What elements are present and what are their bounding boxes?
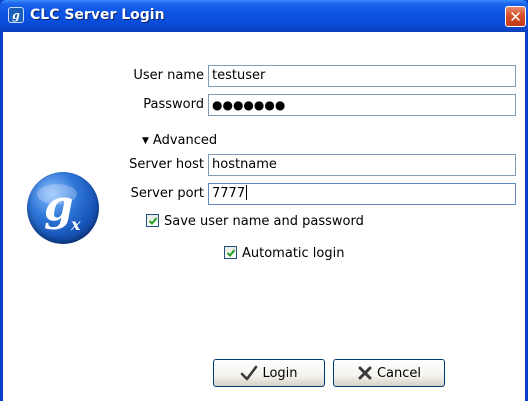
username-label: User name bbox=[133, 68, 204, 83]
app-icon: g bbox=[8, 7, 24, 23]
login-button-label: Login bbox=[262, 365, 298, 381]
dialog-body: g x User name testuser Password ●●●●●●● … bbox=[3, 32, 525, 401]
server-host-label: Server host bbox=[129, 157, 204, 172]
username-value: testuser bbox=[212, 68, 266, 83]
password-masked-value: ●●●●●●● bbox=[212, 98, 286, 112]
save-credentials-checkbox[interactable] bbox=[146, 214, 159, 227]
username-field[interactable]: testuser bbox=[208, 65, 516, 87]
server-host-field[interactable]: hostname bbox=[208, 154, 516, 176]
server-port-value: 7777 bbox=[212, 186, 246, 201]
window-title: CLC Server Login bbox=[30, 7, 165, 23]
cancel-button-label: Cancel bbox=[376, 365, 422, 381]
save-credentials-checkbox-row[interactable]: Save user name and password bbox=[146, 212, 364, 232]
advanced-toggle[interactable]: ▼ Advanced bbox=[142, 131, 217, 151]
server-port-label: Server port bbox=[130, 186, 204, 201]
login-dialog-window: g CLC Server Login ✕ g x User name testu… bbox=[0, 0, 528, 401]
svg-text:x: x bbox=[70, 215, 81, 234]
triangle-down-icon: ▼ bbox=[142, 136, 149, 146]
automatic-login-label: Automatic login bbox=[242, 246, 345, 261]
close-icon: ✕ bbox=[509, 7, 522, 26]
text-cursor bbox=[246, 185, 248, 200]
server-host-value: hostname bbox=[212, 157, 277, 172]
checkmark-icon bbox=[240, 365, 258, 381]
gx-logo-icon: g x bbox=[37, 181, 81, 234]
server-port-field[interactable]: 7777 bbox=[208, 183, 516, 205]
login-button[interactable]: Login bbox=[213, 359, 325, 387]
checkmark-icon bbox=[148, 217, 158, 225]
x-icon bbox=[357, 365, 373, 381]
checkmark-icon bbox=[226, 249, 236, 257]
save-credentials-label: Save user name and password bbox=[164, 214, 364, 229]
password-label: Password bbox=[143, 97, 204, 112]
clc-logo: g x bbox=[27, 172, 99, 244]
title-bar[interactable]: g CLC Server Login ✕ bbox=[0, 0, 528, 32]
svg-text:g: g bbox=[44, 181, 73, 230]
password-field[interactable]: ●●●●●●● bbox=[208, 94, 516, 116]
close-button[interactable]: ✕ bbox=[505, 6, 526, 27]
cancel-button[interactable]: Cancel bbox=[333, 359, 445, 387]
automatic-login-checkbox[interactable] bbox=[224, 246, 237, 259]
advanced-label: Advanced bbox=[152, 133, 218, 148]
automatic-login-checkbox-row[interactable]: Automatic login bbox=[224, 244, 344, 264]
